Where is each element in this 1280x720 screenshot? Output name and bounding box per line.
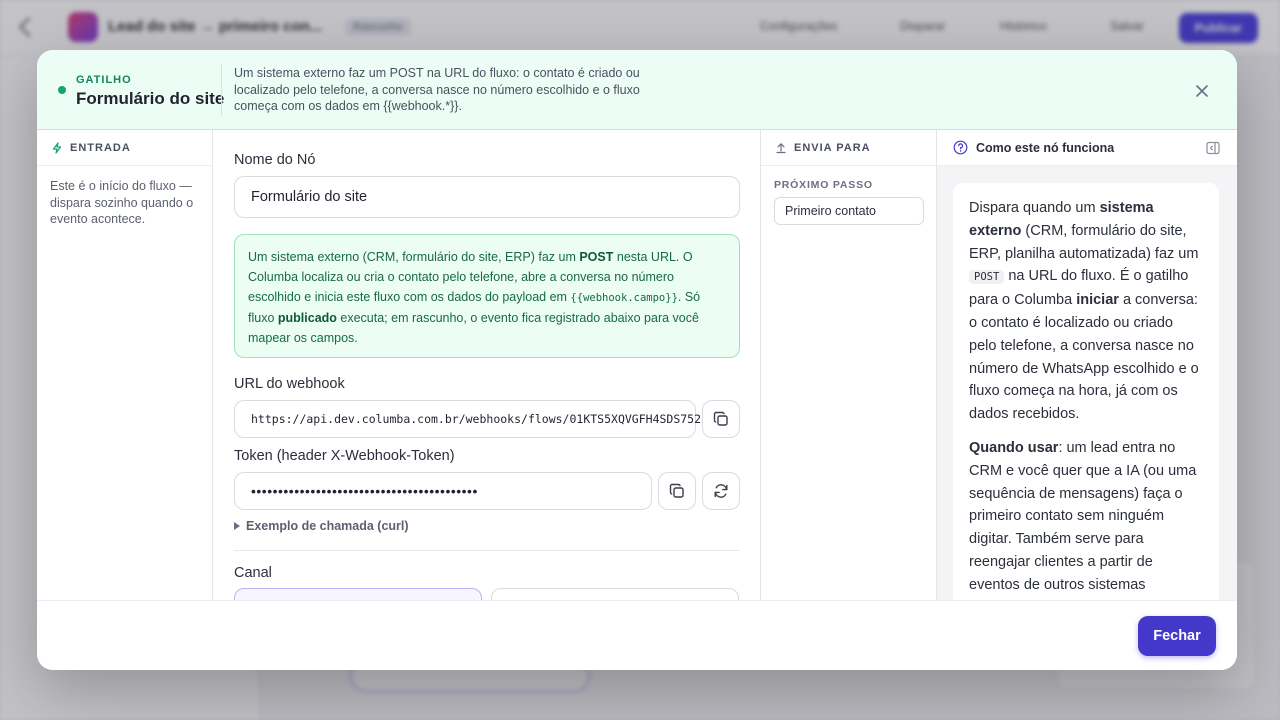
info-text: Um sistema externo (CRM, formulário do s… (248, 250, 580, 264)
canal-option[interactable] (491, 588, 739, 600)
node-form: Nome do Nó Formulário do site Um sistema… (214, 130, 760, 600)
section-divider (234, 550, 740, 551)
canal-label: Canal (234, 565, 272, 581)
entrada-panel: ENTRADA Este é o início do fluxo — dispa… (37, 130, 213, 600)
trigger-status-dot (58, 86, 66, 94)
help-bold: Quando usar (969, 439, 1059, 456)
next-step-label: PRÓXIMO PASSO (774, 179, 873, 191)
help-bold: iniciar (1076, 292, 1119, 309)
node-config-modal: GATILHO Formulário do site Um sistema ex… (37, 50, 1237, 670)
curl-example-toggle[interactable]: Exemplo de chamada (curl) (234, 519, 409, 533)
lightning-icon (52, 141, 62, 154)
close-icon (1196, 85, 1208, 97)
close-modal-button[interactable]: Fechar (1138, 616, 1216, 656)
webhook-info-box: Um sistema externo (CRM, formulário do s… (234, 234, 740, 358)
regenerate-token-button[interactable] (702, 472, 740, 510)
next-step-chip[interactable]: Primeiro contato (774, 197, 924, 225)
help-paragraph: Quando usar: um lead entra no CRM e você… (969, 437, 1203, 597)
info-code: {{webhook.campo}} (570, 292, 678, 304)
modal-footer: Fechar (37, 600, 1237, 670)
node-name-label: Nome do Nó (234, 152, 316, 168)
copy-icon (713, 411, 728, 426)
header-divider (221, 64, 222, 116)
token-input[interactable]: ••••••••••••••••••••••••••••••••••••••••… (234, 472, 652, 510)
help-text: : um lead entra no CRM e você quer que a… (969, 439, 1197, 593)
token-label: Token (header X-Webhook-Token) (234, 448, 455, 464)
entrada-label: ENTRADA (70, 141, 131, 154)
webhook-url-input[interactable]: https://api.dev.columba.com.br/webhooks/… (234, 400, 701, 438)
close-button[interactable] (1189, 78, 1215, 104)
copy-token-button[interactable] (658, 472, 696, 510)
upload-icon (776, 142, 786, 153)
help-panel: Como este nó funciona Dispara quando um … (937, 130, 1237, 600)
envia-label: ENVIA PARA (794, 141, 871, 154)
curl-example-label: Exemplo de chamada (curl) (246, 519, 409, 533)
node-name-input[interactable]: Formulário do site (234, 176, 740, 218)
info-publicado: publicado (277, 311, 337, 325)
node-title: Formulário do site (76, 89, 225, 108)
webhook-url-label: URL do webhook (234, 376, 345, 392)
envia-panel: ENVIA PARA PRÓXIMO PASSO Primeiro contat… (760, 130, 937, 600)
panel-collapse-icon (1206, 141, 1220, 155)
help-content-card: Dispara quando um sistema externo (CRM, … (953, 183, 1219, 600)
help-title: Como este nó funciona (976, 140, 1115, 155)
help-circle-icon (953, 140, 968, 155)
entrada-text: Este é o início do fluxo — dispara sozin… (50, 179, 194, 226)
help-text: Dispara quando um (969, 200, 1100, 216)
node-type-label: GATILHO (76, 74, 132, 86)
help-header: Como este nó funciona (937, 130, 1237, 166)
copy-icon (669, 483, 684, 498)
copy-url-button[interactable] (702, 400, 740, 438)
collapse-panel-button[interactable] (1205, 140, 1221, 156)
node-description: Um sistema externo faz um POST na URL do… (234, 66, 640, 113)
expand-triangle-icon (234, 522, 240, 530)
envia-header: ENVIA PARA (761, 130, 936, 166)
refresh-icon (714, 484, 728, 498)
canal-option[interactable] (234, 588, 482, 600)
help-code: POST (969, 270, 1005, 285)
help-paragraph: Dispara quando um sistema externo (CRM, … (969, 197, 1203, 426)
info-post: POST (579, 250, 614, 264)
entrada-header: ENTRADA (37, 130, 212, 166)
help-text: a conversa: o contato é localizado ou cr… (969, 292, 1199, 423)
modal-header: GATILHO Formulário do site Um sistema ex… (37, 50, 1237, 130)
